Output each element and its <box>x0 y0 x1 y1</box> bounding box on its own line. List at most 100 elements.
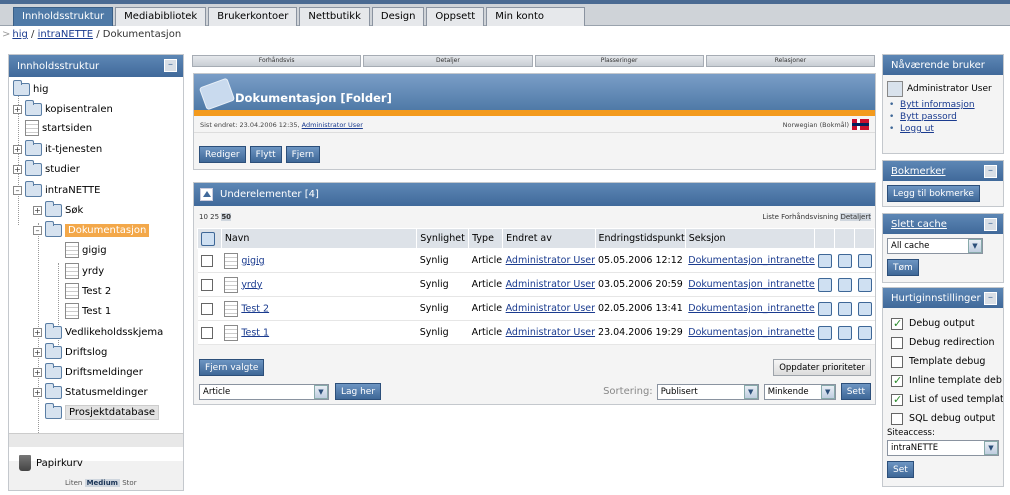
tree-node-dokumentasjon[interactable]: – Dokumentasjon <box>33 220 150 239</box>
copy-icon[interactable] <box>817 253 832 268</box>
move-icon[interactable] <box>837 301 852 316</box>
tab-oppsett[interactable]: Oppsett <box>426 7 485 26</box>
size-large[interactable]: Stor <box>122 479 136 487</box>
expand-icon[interactable]: + <box>33 387 42 397</box>
siteaccess-set-button[interactable]: Set <box>887 461 914 478</box>
tab-design[interactable]: Design <box>371 7 425 26</box>
size-medium[interactable]: Medium <box>84 479 120 487</box>
tree-node-intranette[interactable]: – intraNETTE <box>13 180 100 199</box>
collapse-icon[interactable]: – <box>984 218 997 231</box>
change-info-link[interactable]: Bytt informasjon <box>900 100 975 110</box>
row-checkbox[interactable] <box>200 278 213 291</box>
select-all-header[interactable] <box>197 228 222 249</box>
move-icon[interactable] <box>837 277 852 292</box>
row-checkbox[interactable] <box>200 302 213 315</box>
item-user-link[interactable]: Administrator User <box>506 279 595 290</box>
remove-selected-button[interactable]: Fjern valgte <box>199 359 265 376</box>
copy-icon[interactable] <box>817 301 832 316</box>
change-password-link[interactable]: Bytt passord <box>900 112 957 122</box>
expand-icon[interactable]: + <box>13 144 22 154</box>
tab-nettbutikk[interactable]: Nettbutikk <box>299 7 370 26</box>
setting-inline-template-debug[interactable]: ✓ Inline template deb <box>891 371 1003 390</box>
clear-cache-title[interactable]: Slett cache <box>891 219 947 230</box>
item-section-link[interactable]: Dokumentasjon_intranette <box>688 279 814 290</box>
item-name-link[interactable]: Test 2 <box>241 303 269 314</box>
collapse-node-icon[interactable]: – <box>33 225 42 235</box>
edit-icon[interactable] <box>857 325 872 340</box>
item-name-link[interactable]: Test 1 <box>241 327 269 338</box>
breadcrumb-hig[interactable]: hig <box>12 29 27 40</box>
add-bookmark-button[interactable]: Legg til bokmerke <box>887 185 980 202</box>
copy-icon[interactable] <box>817 325 832 340</box>
item-section-link[interactable]: Dokumentasjon_intranette <box>688 303 814 314</box>
tree-node-it-tjenesten[interactable]: + it-tjenesten <box>13 139 102 158</box>
expand-icon[interactable]: + <box>13 164 22 174</box>
expand-icon[interactable]: + <box>33 347 42 357</box>
tree-node-test2[interactable]: Test 2 <box>65 282 111 300</box>
edit-icon[interactable] <box>857 253 872 268</box>
view-list[interactable]: Liste <box>762 213 779 221</box>
tree-node-statusmeldinger[interactable]: + Statusmeldinger <box>33 382 148 401</box>
setting-debug-output[interactable]: ✓ Debug output <box>891 314 1003 333</box>
tree-node-startsiden[interactable]: startsiden <box>25 119 92 137</box>
move-icon[interactable] <box>837 325 852 340</box>
tree-node-driftslog[interactable]: + Driftslog <box>33 342 107 361</box>
clear-cache-button[interactable]: Tøm <box>887 259 919 276</box>
item-user-link[interactable]: Administrator User <box>506 327 595 338</box>
update-priorities-button[interactable]: Oppdater prioriteter <box>773 359 871 376</box>
create-here-button[interactable]: Lag her <box>335 383 382 400</box>
checkbox[interactable] <box>891 355 903 368</box>
sort-field-select[interactable]: Publisert ▼ <box>656 383 759 400</box>
logout-link[interactable]: Logg ut <box>900 124 934 134</box>
collapse-icon[interactable]: – <box>164 59 177 72</box>
copy-icon[interactable] <box>817 277 832 292</box>
tree-node-vedlikeholdsskjema[interactable]: + Vedlikeholdsskjema <box>33 322 163 341</box>
trash-link[interactable]: Papirkurv <box>19 455 83 471</box>
checkbox-checked[interactable]: ✓ <box>891 393 903 406</box>
move-icon[interactable] <box>837 253 852 268</box>
tree-node-gigig[interactable]: gigig <box>65 241 107 259</box>
remove-button[interactable]: Fjern <box>285 146 321 163</box>
view-detailed[interactable]: Detaljert <box>840 213 871 221</box>
row-checkbox[interactable] <box>200 326 213 339</box>
sort-order-select[interactable]: Minkende ▼ <box>763 383 836 400</box>
checkbox[interactable] <box>891 336 903 349</box>
tree-node-test1[interactable]: Test 1 <box>65 302 111 320</box>
edit-icon[interactable] <box>857 277 872 292</box>
tree-node-sok[interactable]: + Søk <box>33 200 83 219</box>
class-select[interactable]: Article ▼ <box>199 383 329 400</box>
expand-icon[interactable]: + <box>33 367 42 377</box>
item-section-link[interactable]: Dokumentasjon_intranette <box>688 255 814 266</box>
collapse-node-icon[interactable]: – <box>13 185 22 195</box>
checkbox[interactable] <box>891 412 903 425</box>
collapse-icon[interactable]: – <box>984 165 997 178</box>
cache-select[interactable]: All cache ▼ <box>887 238 983 254</box>
item-name-link[interactable]: gigig <box>241 255 264 266</box>
setting-used-templates[interactable]: ✓ List of used templat <box>891 390 1003 409</box>
setting-template-debug[interactable]: Template debug <box>891 352 1003 371</box>
item-user-link[interactable]: Administrator User <box>506 303 595 314</box>
tab-brukerkontoer[interactable]: Brukerkontoer <box>208 7 298 26</box>
tab-innholdsstruktur[interactable]: Innholdsstruktur <box>13 7 114 26</box>
checkbox-checked[interactable]: ✓ <box>891 374 903 387</box>
per-page-10[interactable]: 10 <box>199 213 208 221</box>
row-checkbox[interactable] <box>200 254 213 267</box>
move-button[interactable]: Flytt <box>249 146 282 163</box>
siteaccess-select[interactable]: intraNETTE ▼ <box>887 440 999 456</box>
view-preview[interactable]: Forhåndsvisning <box>781 213 838 221</box>
expand-icon[interactable]: + <box>13 104 22 114</box>
view-relations-tab[interactable]: Relasjoner <box>705 55 875 67</box>
setting-debug-redirection[interactable]: Debug redirection <box>891 333 1003 352</box>
bookmarks-title[interactable]: Bokmerker <box>891 166 945 177</box>
size-small[interactable]: Liten <box>65 479 82 487</box>
breadcrumb-intranette[interactable]: intraNETTE <box>38 29 93 40</box>
checkbox-checked[interactable]: ✓ <box>891 317 903 330</box>
toggle-selection-icon[interactable] <box>201 231 215 246</box>
collapse-icon[interactable]: – <box>984 292 997 305</box>
tree-node-driftsmeldinger[interactable]: + Driftsmeldinger <box>33 362 143 381</box>
expand-icon[interactable]: + <box>33 205 42 215</box>
item-section-link[interactable]: Dokumentasjon_intranette <box>688 327 814 338</box>
view-preview-tab[interactable]: Forhåndsvis <box>192 55 362 67</box>
tab-mediabibliotek[interactable]: Mediabibliotek <box>115 7 207 26</box>
tree-node-prosjektdatabase[interactable]: Prosjektdatabase <box>45 402 160 421</box>
